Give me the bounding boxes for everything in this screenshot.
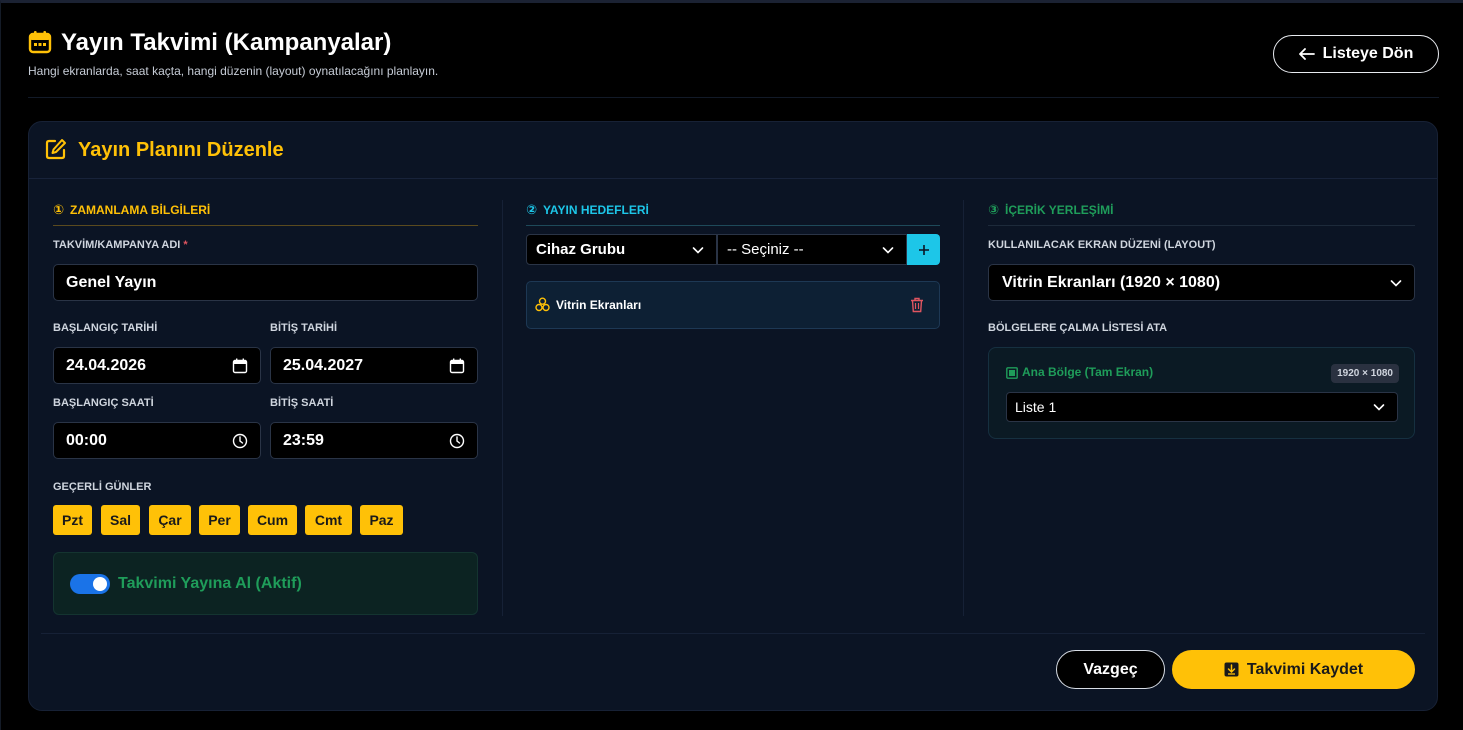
- end-time-label: BİTİŞ SAATİ: [270, 397, 334, 409]
- target-item-label: Vitrin Ekranları: [556, 298, 642, 312]
- day-toggle-cmt[interactable]: Cmt: [305, 505, 352, 535]
- calendar-picker-icon[interactable]: [232, 358, 248, 374]
- target-value-select[interactable]: -- Seçiniz --: [717, 234, 907, 265]
- day-toggle-per[interactable]: Per: [199, 505, 240, 535]
- content-section-divider: [988, 225, 1415, 226]
- content-section-label: İÇERİK YERLEŞİMİ: [1005, 203, 1114, 217]
- plus-icon: [918, 244, 929, 255]
- playlist-value: Liste 1: [1015, 399, 1057, 415]
- start-date-input[interactable]: 24.04.2026: [53, 347, 261, 384]
- target-type-value: Cihaz Grubu: [536, 241, 626, 258]
- end-date-input[interactable]: 25.04.2027: [270, 347, 478, 384]
- download-save-icon: [1224, 662, 1239, 677]
- valid-days-label: GEÇERLİ GÜNLER: [53, 481, 152, 493]
- clock-icon[interactable]: [449, 433, 465, 449]
- day-toggle-paz[interactable]: Paz: [360, 505, 403, 535]
- start-time-value: 00:00: [66, 431, 107, 449]
- end-date-label: BİTİŞ TARİHİ: [270, 322, 338, 334]
- start-time-input[interactable]: 00:00: [53, 422, 261, 459]
- target-type-select[interactable]: Cihaz Grubu: [526, 234, 717, 265]
- page-title: Yayın Takvimi (Kampanyalar): [61, 29, 392, 56]
- toggle-knob: [93, 577, 107, 591]
- cancel-button[interactable]: Vazgeç: [1056, 650, 1165, 689]
- step-three-icon: ③: [988, 202, 1000, 217]
- publish-toggle[interactable]: [70, 574, 110, 594]
- campaign-name-value: Genel Yayın: [66, 273, 157, 291]
- target-value-value: -- Seçiniz --: [727, 241, 804, 258]
- day-toggle-pzt[interactable]: Pzt: [53, 505, 92, 535]
- column-divider: [502, 200, 503, 616]
- trash-icon[interactable]: [910, 297, 924, 313]
- chevron-down-icon: [1373, 404, 1385, 411]
- content-section-title: ③ İÇERİK YERLEŞİMİ: [988, 202, 1113, 218]
- page-subtitle: Hangi ekranlarda, saat kaçta, hangi düze…: [28, 64, 439, 78]
- end-time-value: 23:59: [283, 431, 324, 449]
- targets-section-divider: [526, 225, 940, 226]
- card-header: Yayın Planını Düzenle: [29, 122, 1437, 179]
- timing-section-title: ① ZAMANLAMA BİLGİLERİ: [53, 202, 210, 218]
- start-date-value: 24.04.2026: [66, 356, 147, 374]
- back-button-label: Listeye Dön: [1322, 45, 1414, 62]
- column-divider: [963, 200, 964, 616]
- save-button-label: Takvimi Kaydet: [1246, 660, 1364, 678]
- arrow-left-icon: [1298, 48, 1315, 60]
- chevron-down-icon: [882, 246, 894, 254]
- region-icon: [1006, 367, 1018, 379]
- targets-section-title: ② YAYIN HEDEFLERİ: [526, 202, 649, 218]
- playlist-select[interactable]: Liste 1: [1006, 392, 1398, 422]
- chevron-down-icon: [1390, 279, 1402, 287]
- region-title: Ana Bölge (Tam Ekran): [1022, 365, 1154, 379]
- timing-section-label: ZAMANLAMA BİLGİLERİ: [70, 203, 211, 217]
- layout-select[interactable]: Vitrin Ekranları (1920 × 1080): [988, 264, 1415, 301]
- day-toggle-sal[interactable]: Sal: [101, 505, 140, 535]
- save-button[interactable]: Takvimi Kaydet: [1172, 650, 1415, 689]
- back-to-list-button[interactable]: Listeye Dön: [1273, 35, 1439, 73]
- target-list-item: Vitrin Ekranları: [526, 281, 940, 329]
- campaign-name-label: TAKVİM/KAMPANYA ADI *: [53, 239, 188, 251]
- device-group-icon: [535, 297, 550, 312]
- day-toggle-cum[interactable]: Cum: [248, 505, 297, 535]
- clock-icon[interactable]: [232, 433, 248, 449]
- required-mark: *: [183, 239, 188, 251]
- regions-label: BÖLGELERE ÇALMA LİSTESİ ATA: [988, 322, 1168, 334]
- start-time-label: BAŞLANGIÇ SAATİ: [53, 397, 154, 409]
- footer-divider: [41, 633, 1425, 634]
- end-date-value: 25.04.2027: [283, 356, 364, 374]
- end-time-input[interactable]: 23:59: [270, 422, 478, 459]
- region-resolution-badge: 1920 × 1080: [1331, 364, 1399, 383]
- calendar-icon: [28, 31, 52, 54]
- publish-toggle-label: Takvimi Yayına Al (Aktif): [118, 575, 302, 592]
- campaign-name-input[interactable]: Genel Yayın: [53, 264, 478, 301]
- add-target-button[interactable]: [907, 234, 940, 265]
- start-date-label: BAŞLANGIÇ TARİHİ: [53, 322, 158, 334]
- card-title: Yayın Planını Düzenle: [78, 139, 284, 161]
- layout-label: KULLANILACAK EKRAN DÜZENİ (LAYOUT): [988, 239, 1216, 251]
- step-one-icon: ①: [53, 202, 65, 217]
- step-two-icon: ②: [526, 202, 538, 217]
- chevron-down-icon: [692, 246, 704, 254]
- edit-card: Yayın Planını Düzenle ① ZAMANLAMA BİLGİL…: [28, 121, 1438, 711]
- calendar-picker-icon[interactable]: [449, 358, 465, 374]
- targets-section-label: YAYIN HEDEFLERİ: [543, 203, 649, 217]
- region-card: Ana Bölge (Tam Ekran) 1920 × 1080 Liste …: [988, 347, 1415, 439]
- timing-section-divider: [53, 225, 478, 226]
- edit-icon: [45, 139, 66, 160]
- top-header: Yayın Takvimi (Kampanyalar) Hangi ekranl…: [28, 28, 1439, 98]
- publish-toggle-box: Takvimi Yayına Al (Aktif): [53, 552, 478, 615]
- layout-value: Vitrin Ekranları (1920 × 1080): [1002, 273, 1221, 291]
- day-toggle-car[interactable]: Çar: [149, 505, 191, 535]
